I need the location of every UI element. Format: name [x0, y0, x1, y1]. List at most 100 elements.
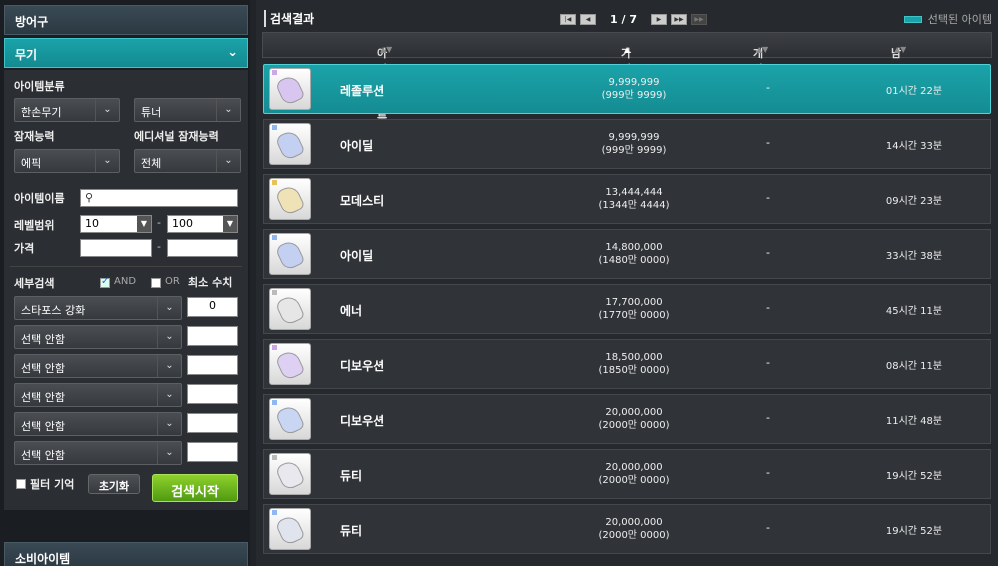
unit-price: -	[766, 521, 770, 534]
dropdown-arrow-icon[interactable]: ▼	[137, 216, 151, 232]
unit-price: -	[766, 466, 770, 479]
next-page-icon[interactable]: ▶	[650, 13, 667, 25]
detail-filter-select[interactable]: 선택 안함 ⌄	[14, 383, 182, 407]
level-max-input[interactable]: 100 ▼	[167, 215, 238, 233]
result-row[interactable]: 디보우션 18,500,000 (1850만 0000) - 08시간 11분	[263, 339, 991, 389]
glove-shape	[274, 73, 306, 107]
detail-filter-select[interactable]: 선택 안함 ⌄	[14, 325, 182, 349]
glove-icon	[269, 233, 311, 275]
item-category-value: 한손무기	[21, 106, 62, 119]
price-numeric: 20,000,000	[605, 517, 663, 528]
result-row[interactable]: 아이딜 9,999,999 (999만 9999) - 14시간 33분	[263, 119, 991, 169]
result-row[interactable]: 에너 17,700,000 (1770만 0000) - 45시간 11분	[263, 284, 991, 334]
subcategory-weapon[interactable]: 무기 ⌄	[4, 38, 248, 68]
price-numeric: 14,800,000	[605, 242, 663, 253]
additional-potential-select[interactable]: 전체 ⌄	[134, 149, 241, 173]
glove-icon	[269, 508, 311, 550]
price-korean: (1770만 0000)	[598, 310, 670, 321]
result-row[interactable]: 레졸루션 9,999,999 (999만 9999) - 01시간 22분	[263, 64, 991, 114]
price-max-input[interactable]	[167, 239, 238, 257]
chevron-down-icon: ⌄	[95, 99, 119, 121]
detail-filter-min-input[interactable]	[187, 413, 238, 433]
glove-shape	[274, 458, 306, 492]
item-category-select[interactable]: 한손무기 ⌄	[14, 98, 120, 122]
price-korean: (2000만 0000)	[598, 475, 670, 486]
time-left: 19시간 52분	[885, 526, 943, 537]
tier-star-icon	[272, 70, 277, 75]
detail-filter-min-input[interactable]	[187, 326, 238, 346]
detail-filter-min-input[interactable]	[187, 384, 238, 404]
price-numeric: 9,999,999	[608, 77, 660, 88]
time-left: 11시간 48분	[885, 416, 943, 427]
search-start-button[interactable]: 검색시작	[152, 474, 238, 502]
filter-memory-checkbox[interactable]	[16, 479, 26, 489]
result-row[interactable]: 모데스티 13,444,444 (1344만 4444) - 09시간 23분	[263, 174, 991, 224]
level-max-value: 100	[172, 217, 193, 230]
or-checkbox[interactable]	[151, 278, 161, 288]
sort-ascending-icon: ▲	[624, 45, 631, 54]
time-left: 14시간 33분	[885, 141, 943, 152]
selected-legend: 선택된 아이템	[903, 11, 992, 27]
result-row[interactable]: 디보우션 20,000,000 (2000만 0000) - 11시간 48분	[263, 394, 991, 444]
category-armor-label: 방어구	[15, 15, 49, 29]
time-left: 09시간 23분	[885, 196, 943, 207]
detail-filter-min-input[interactable]	[187, 355, 238, 375]
tier-star-icon	[272, 125, 277, 130]
detail-filter-min-input[interactable]	[187, 442, 238, 462]
filter-form: 아이템분류 한손무기 ⌄ 튜너 ⌄ 잠재능력 에디셔널 잠재능력 에픽 ⌄ 전체 ⌄ 아…	[4, 70, 248, 510]
next-ten-pages-icon[interactable]: ▶▶	[670, 13, 687, 25]
first-page-icon[interactable]: |◀	[560, 13, 576, 25]
detail-filter-option: 선택 안함	[21, 420, 65, 433]
item-name: 아이딜	[340, 249, 374, 263]
auction-window: 방어구 무기 ⌄ 아이템분류 한손무기 ⌄ 튜너 ⌄ 잠재능력 에디셔널 잠재능력 …	[0, 0, 998, 566]
price-korean: (1480만 0000)	[598, 255, 670, 266]
potential-select[interactable]: 에픽 ⌄	[14, 149, 120, 173]
detail-filter-select[interactable]: 선택 안함 ⌄	[14, 412, 182, 436]
tier-star-icon	[272, 180, 277, 185]
category-armor[interactable]: 방어구	[4, 5, 248, 35]
category-consumable[interactable]: 소비아이템	[4, 542, 248, 566]
time-left: 19시간 52분	[885, 471, 943, 482]
item-subcategory-value: 튜너	[141, 106, 162, 119]
price-min-input[interactable]	[80, 239, 152, 257]
prev-page-icon[interactable]: ◀	[580, 13, 596, 25]
reset-button[interactable]: 초기화	[88, 474, 140, 494]
item-price: 20,000,000 (2000만 0000)	[544, 461, 724, 487]
level-min-input[interactable]: 10 ▼	[80, 215, 152, 233]
result-row[interactable]: 아이딜 14,800,000 (1480만 0000) - 33시간 38분	[263, 229, 991, 279]
item-price: 9,999,999 (999만 9999)	[544, 76, 724, 102]
detail-search-label: 세부검색	[14, 277, 55, 290]
level-range-label: 레벨범위	[14, 219, 55, 232]
glove-icon	[269, 343, 311, 385]
item-name: 듀티	[340, 524, 363, 538]
detail-filter-select[interactable]: 선택 안함 ⌄	[14, 354, 182, 378]
unit-price: -	[766, 191, 770, 204]
item-price: 17,700,000 (1770만 0000)	[544, 296, 724, 322]
glove-shape	[274, 293, 306, 327]
detail-filter-min-value: 0	[209, 299, 216, 312]
item-subcategory-select[interactable]: 튜너 ⌄	[134, 98, 241, 122]
level-min-value: 10	[85, 217, 99, 230]
item-category-label: 아이템분류	[14, 80, 65, 93]
dropdown-arrow-icon[interactable]: ▼	[223, 216, 237, 232]
and-checkbox[interactable]	[100, 276, 110, 288]
result-row[interactable]: 듀티 20,000,000 (2000만 0000) - 19시간 52분	[263, 449, 991, 499]
item-name: 모데스티	[340, 194, 385, 208]
item-name-input[interactable]: ⚲	[80, 189, 238, 207]
detail-filter-select[interactable]: 선택 안함 ⌄	[14, 441, 182, 465]
tier-star-icon	[272, 290, 277, 295]
item-price: 9,999,999 (999만 9999)	[544, 131, 724, 157]
time-left: 33시간 38분	[885, 251, 943, 262]
chevron-down-icon: ⌄	[227, 45, 238, 60]
item-name: 디보우션	[340, 359, 385, 373]
time-left: 45시간 11분	[885, 306, 943, 317]
last-page-icon: ▶▶	[690, 13, 707, 25]
detail-filter-min-input[interactable]: 0	[187, 297, 238, 317]
time-left: 01시간 22분	[885, 86, 943, 97]
filter-panel: 방어구 무기 ⌄ 아이템분류 한손무기 ⌄ 튜너 ⌄ 잠재능력 에디셔널 잠재능력 …	[0, 0, 250, 566]
chevron-down-icon: ⌄	[216, 150, 240, 172]
result-row[interactable]: 듀티 20,000,000 (2000만 0000) - 19시간 52분	[263, 504, 991, 554]
detail-filter-select[interactable]: 스타포스 강화 ⌄	[14, 296, 182, 320]
glove-shape	[274, 128, 306, 162]
results-panel: 검색결과 |◀ ◀ 1 / 7 ▶ ▶▶ ▶▶ 선택된 아이템 아이템 이름▲▼…	[256, 0, 998, 566]
